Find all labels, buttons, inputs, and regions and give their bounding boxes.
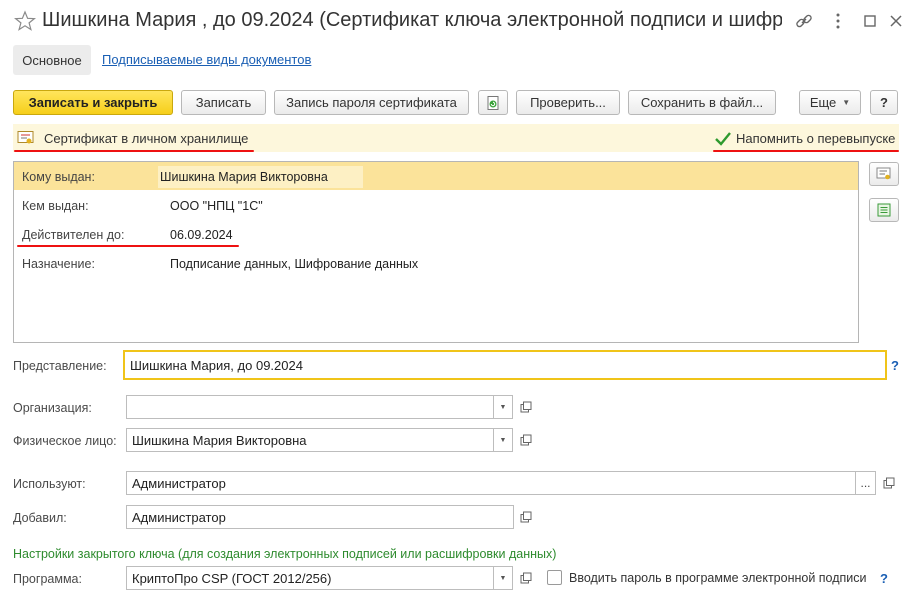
certificate-icon [17,130,35,146]
program-open-button[interactable] [516,566,536,590]
annotation-underline [17,245,239,247]
detail-value: ООО "НПЦ "1С" [170,199,263,213]
check-button[interactable]: Проверить... [516,90,620,115]
certificate-location-text: Сертификат в личном хранилище [44,131,249,146]
tab-main-label: Основное [22,52,82,68]
remind-reissue-label[interactable]: Напомнить о перевыпуске [736,131,895,146]
person-input[interactable]: Шишкина Мария Викторовна [126,428,494,452]
window-title: Шишкина Мария , до 09.2024 (Сертификат к… [42,9,782,31]
chevron-down-icon: ▼ [499,403,507,411]
help-button[interactable]: ? [870,90,898,115]
added-by-open-button[interactable] [516,505,536,529]
save-to-file-button[interactable]: Сохранить в файл... [628,90,776,115]
maximize-icon[interactable] [860,11,880,31]
open-form-icon [520,434,532,446]
organization-open-button[interactable] [516,395,536,419]
list-document-icon [877,203,891,217]
help-mark-icon[interactable]: ? [880,571,888,586]
added-by-input: Администратор [126,505,514,529]
enter-password-label[interactable]: Вводить пароль в программе электронной п… [569,571,867,585]
annotation-underline [713,150,899,152]
more-button-label: Еще [809,95,837,110]
save-certificate-password-button[interactable]: Запись пароля сертификата [274,90,469,115]
document-refresh-icon [487,95,499,110]
show-certificate-button[interactable] [869,162,899,186]
program-dropdown-button[interactable]: ▼ [494,566,513,590]
organization-label: Организация: [13,401,92,415]
certificate-details-panel: Кому выдан: Шишкина Мария Викторовна Кем… [13,161,859,343]
detail-key: Кем выдан: [22,199,89,213]
open-form-icon [883,477,895,489]
users-select-button[interactable]: ... [856,471,876,495]
remind-reissue-checkbox[interactable] [714,130,732,148]
detail-key: Назначение: [22,257,95,271]
detail-key: Действителен до: [22,228,125,242]
presentation-input[interactable]: Шишкина Мария, до 09.2024 [123,350,887,380]
open-form-icon [520,511,532,523]
open-form-icon [520,572,532,584]
person-dropdown-button[interactable]: ▼ [494,428,513,452]
detail-key: Кому выдан: [22,170,95,184]
chevron-down-icon: ▼ [499,436,507,444]
detail-value: Подписание данных, Шифрование данных [170,257,419,271]
users-label: Используют: [13,477,86,491]
chevron-down-icon: ▼ [842,98,851,107]
person-label: Физическое лицо: [13,434,117,448]
tab-main[interactable]: Основное [13,45,91,75]
private-key-settings-heading: Настройки закрытого ключа (для создания … [13,547,557,561]
program-input[interactable]: КриптоПро CSP (ГОСТ 2012/256) [126,566,494,590]
favorite-star-icon[interactable] [13,10,37,32]
details-selected-row[interactable] [14,162,858,190]
help-mark-icon[interactable]: ? [891,358,899,373]
enter-password-checkbox[interactable] [547,570,562,585]
users-open-button[interactable] [879,471,899,495]
open-form-icon [520,401,532,413]
users-input[interactable]: Администратор [126,471,856,495]
organization-input[interactable] [126,395,494,419]
close-icon[interactable] [886,11,906,31]
chevron-down-icon: ▼ [499,574,507,582]
tab-signed-document-types[interactable]: Подписываемые виды документов [102,52,311,67]
detail-value: 06.09.2024 [170,228,233,242]
certificate-view-icon [876,167,891,180]
certificate-data-button[interactable] [869,198,899,222]
organization-dropdown-button[interactable]: ▼ [494,395,513,419]
detail-value: Шишкина Мария Викторовна [160,170,328,184]
person-open-button[interactable] [516,428,536,452]
save-button[interactable]: Записать [181,90,266,115]
refresh-document-button[interactable] [478,90,508,115]
save-and-close-button[interactable]: Записать и закрыть [13,90,173,115]
added-by-label: Добавил: [13,511,67,525]
more-actions-icon[interactable] [828,11,848,31]
annotation-underline [14,150,254,152]
program-label: Программа: [13,572,82,586]
link-icon[interactable] [794,11,814,31]
more-button[interactable]: Еще ▼ [799,90,861,115]
presentation-label: Представление: [13,359,107,373]
